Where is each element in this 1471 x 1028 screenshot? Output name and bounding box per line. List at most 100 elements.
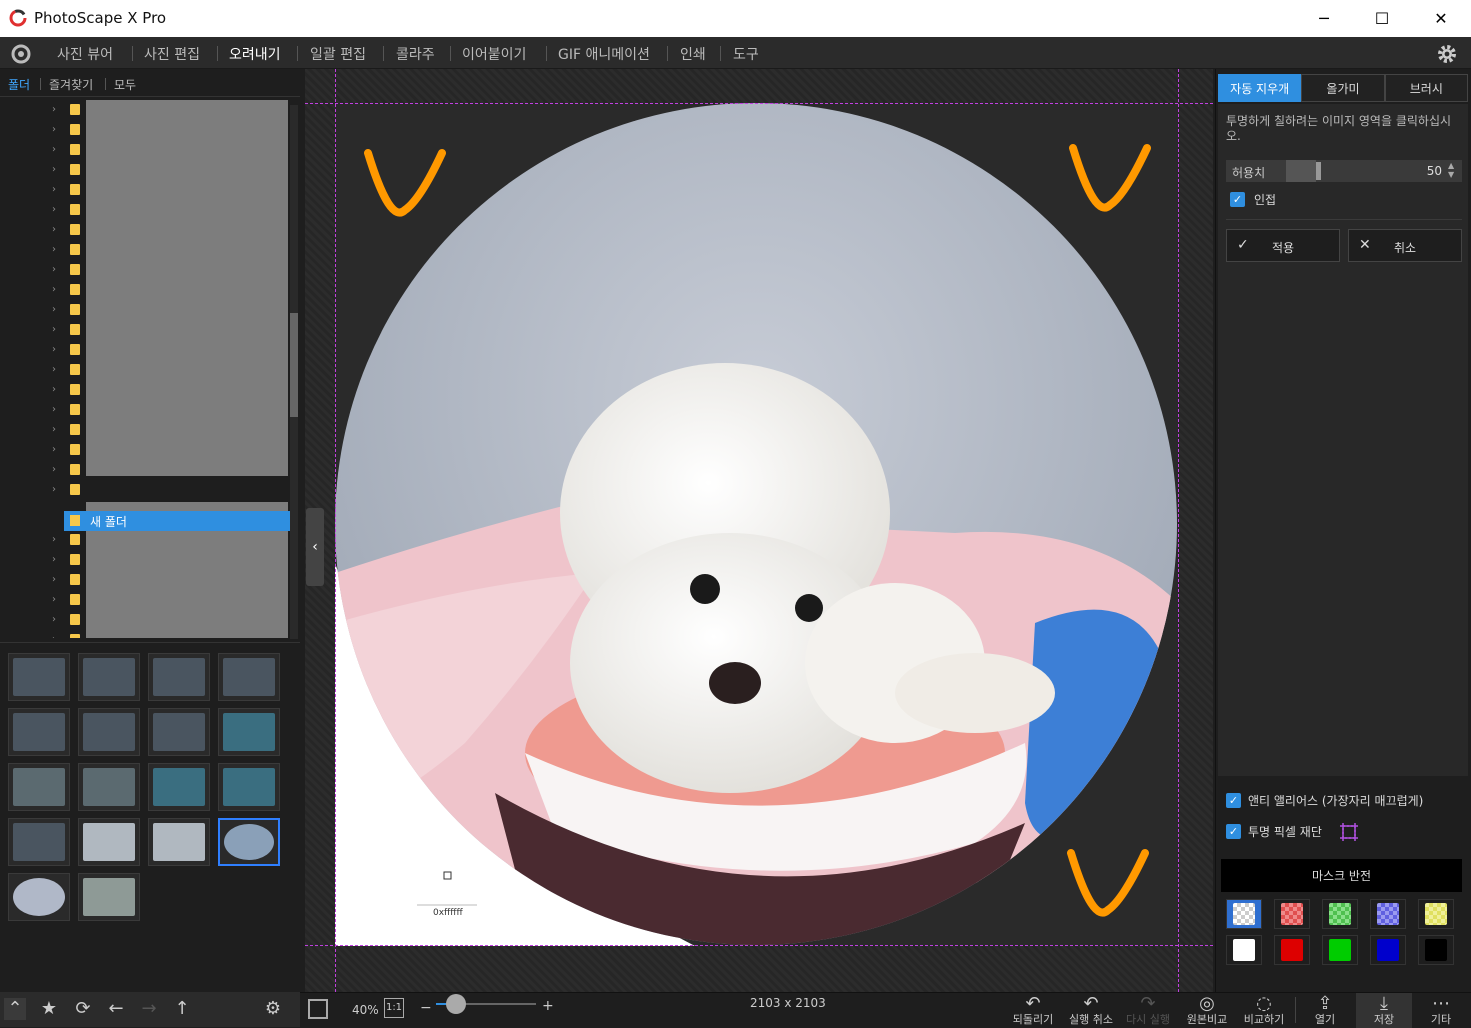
swatch-yellow-transparent[interactable] xyxy=(1418,899,1454,929)
tab-folders[interactable]: 폴더 xyxy=(8,76,30,93)
maximize-button[interactable]: ☐ xyxy=(1353,0,1411,37)
close-button[interactable]: ✕ xyxy=(1412,0,1470,37)
expand-chevron-icon[interactable]: › xyxy=(52,244,56,255)
tab-brush[interactable]: 브러시 xyxy=(1384,74,1468,102)
more-button[interactable]: ⋯ 기타 xyxy=(1413,993,1469,1028)
minimize-button[interactable]: ─ xyxy=(1295,0,1353,37)
menu-combine[interactable]: 이어붙이기 xyxy=(462,44,526,64)
swatch-red[interactable] xyxy=(1274,935,1310,965)
thumbnail[interactable] xyxy=(78,873,140,921)
menu-tools[interactable]: 도구 xyxy=(733,44,759,64)
expand-chevron-icon[interactable]: › xyxy=(52,464,56,475)
thumbnail[interactable] xyxy=(8,653,70,701)
zoom-level[interactable]: 40% xyxy=(352,1003,379,1017)
collapse-left-panel-chevron-icon[interactable]: ‹ xyxy=(306,508,324,586)
swatch-transparent[interactable] xyxy=(1226,899,1262,929)
fit-view-icon[interactable] xyxy=(308,999,328,1019)
expand-chevron-icon[interactable]: › xyxy=(52,224,56,235)
compare-button[interactable]: ◌ 비교하기 xyxy=(1236,993,1292,1028)
expand-chevron-icon[interactable]: › xyxy=(52,144,56,155)
thumbnail[interactable] xyxy=(8,763,70,811)
menu-cut-out[interactable]: 오려내기 xyxy=(229,44,281,64)
forward-arrow-icon[interactable]: → xyxy=(138,998,160,1020)
tolerance-slider-handle[interactable] xyxy=(1316,162,1321,180)
expand-chevron-icon[interactable]: › xyxy=(52,634,56,638)
thumbnail[interactable] xyxy=(8,708,70,756)
zoom-out-icon[interactable]: − xyxy=(420,1000,432,1016)
zoom-slider-handle[interactable] xyxy=(446,994,466,1014)
tree-item-selected-folder[interactable]: 새 폴더 xyxy=(64,511,290,531)
swatch-white[interactable] xyxy=(1226,935,1262,965)
back-arrow-icon[interactable]: ← xyxy=(105,998,127,1020)
star-icon[interactable]: ★ xyxy=(38,998,60,1020)
up-arrow-icon[interactable]: ↑ xyxy=(171,998,193,1020)
expand-chevron-icon[interactable]: › xyxy=(52,594,56,605)
menu-gif-animation[interactable]: GIF 애니메이션 xyxy=(558,44,650,64)
invert-mask-button[interactable]: 마스크 반전 xyxy=(1221,859,1462,892)
menu-batch-editor[interactable]: 일괄 편집 xyxy=(310,44,366,64)
expand-chevron-icon[interactable]: › xyxy=(52,554,56,565)
tab-favorites[interactable]: 즐겨찾기 xyxy=(49,76,93,93)
expand-chevron-icon[interactable]: › xyxy=(52,404,56,415)
thumbnail[interactable] xyxy=(148,763,210,811)
tolerance-stepper-icon[interactable]: ▲ ▼ xyxy=(1448,161,1454,179)
cancel-button[interactable]: ✕ 취소 xyxy=(1348,229,1462,262)
thumbnail[interactable] xyxy=(218,653,280,701)
tolerance-value[interactable]: 50 xyxy=(1422,164,1442,178)
expand-chevron-icon[interactable]: › xyxy=(52,574,56,585)
expand-chevron-icon[interactable]: › xyxy=(52,534,56,545)
expand-chevron-icon[interactable]: › xyxy=(52,104,56,115)
expand-chevron-icon[interactable]: › xyxy=(52,484,56,495)
thumbnail[interactable] xyxy=(78,653,140,701)
expand-chevron-icon[interactable]: › xyxy=(52,324,56,335)
trim-transparent-checkbox[interactable]: ✓ xyxy=(1226,824,1241,839)
swatch-blue[interactable] xyxy=(1370,935,1406,965)
expand-chevron-icon[interactable]: › xyxy=(52,614,56,625)
swatch-green[interactable] xyxy=(1322,935,1358,965)
photo-image[interactable]: 0xffffff xyxy=(335,103,1178,946)
collapse-thumbnails-chevron-icon[interactable]: ⌃ xyxy=(4,998,26,1020)
swatch-red-transparent[interactable] xyxy=(1274,899,1310,929)
menu-print[interactable]: 인쇄 xyxy=(680,44,706,64)
swatch-black[interactable] xyxy=(1418,935,1454,965)
thumbnail[interactable] xyxy=(148,818,210,866)
swatch-green-transparent[interactable] xyxy=(1322,899,1358,929)
redo-button[interactable]: ↷ 다시 실행 xyxy=(1120,993,1176,1028)
expand-chevron-icon[interactable]: › xyxy=(52,364,56,375)
tab-lasso[interactable]: 올가미 xyxy=(1301,74,1385,102)
swatch-blue-transparent[interactable] xyxy=(1370,899,1406,929)
apply-button[interactable]: ✓ 적용 xyxy=(1226,229,1340,262)
folder-tree[interactable]: › › › › › › › › › › › › › › › › › › › › … xyxy=(0,100,300,638)
thumbnail[interactable] xyxy=(8,818,70,866)
folder-tree-scrollbar[interactable] xyxy=(290,105,298,639)
open-button[interactable]: ⇪ 열기 xyxy=(1297,993,1353,1028)
menu-photo-viewer[interactable]: 사진 뷰어 xyxy=(57,44,113,64)
expand-chevron-icon[interactable]: › xyxy=(52,284,56,295)
thumbnail[interactable] xyxy=(8,873,70,921)
expand-chevron-icon[interactable]: › xyxy=(52,444,56,455)
thumbnail[interactable] xyxy=(218,708,280,756)
expand-chevron-icon[interactable]: › xyxy=(52,304,56,315)
thumbnail[interactable] xyxy=(78,818,140,866)
undo-button[interactable]: ↶ 실행 취소 xyxy=(1063,993,1119,1028)
thumbnail-settings-gear-icon[interactable]: ⚙ xyxy=(262,998,284,1020)
expand-chevron-icon[interactable]: › xyxy=(52,124,56,135)
tab-auto-eraser[interactable]: 자동 지우개 xyxy=(1218,74,1302,102)
expand-chevron-icon[interactable]: › xyxy=(52,384,56,395)
menu-collage[interactable]: 콜라주 xyxy=(396,44,435,64)
tab-all[interactable]: 모두 xyxy=(114,76,136,93)
original-compare-button[interactable]: ◎ 원본비교 xyxy=(1179,993,1235,1028)
tolerance-slider[interactable]: 허용치 50 ▲ ▼ xyxy=(1226,160,1462,182)
thumbnail[interactable] xyxy=(148,653,210,701)
expand-chevron-icon[interactable]: › xyxy=(52,344,56,355)
antialias-checkbox[interactable]: ✓ xyxy=(1226,793,1241,808)
expand-chevron-icon[interactable]: › xyxy=(52,184,56,195)
thumbnail[interactable] xyxy=(218,763,280,811)
expand-chevron-icon[interactable]: › xyxy=(52,164,56,175)
expand-chevron-icon[interactable]: › xyxy=(52,424,56,435)
expand-chevron-icon[interactable]: › xyxy=(52,204,56,215)
adjacent-checkbox[interactable]: ✓ xyxy=(1230,192,1245,207)
save-button[interactable]: ⤓ 저장 xyxy=(1356,993,1412,1028)
thumbnail[interactable] xyxy=(78,708,140,756)
thumbnail[interactable] xyxy=(78,763,140,811)
